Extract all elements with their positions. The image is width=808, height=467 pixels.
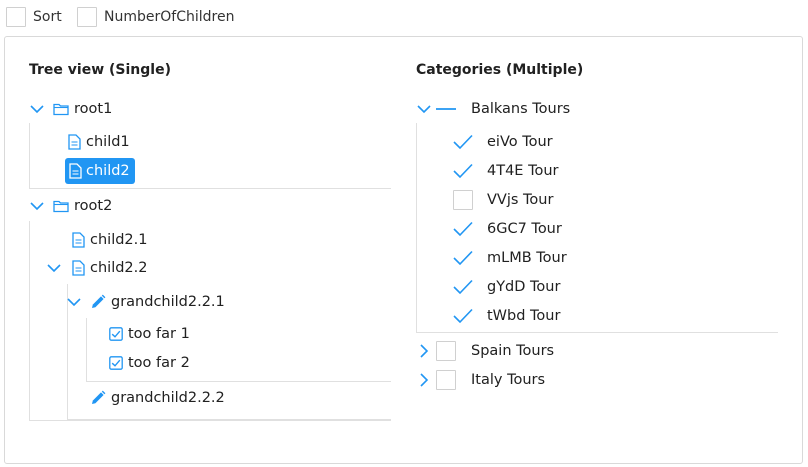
tour-label: tWbd Tour <box>487 308 561 324</box>
tour-item[interactable]: mLMB Tour <box>453 245 567 271</box>
document-icon <box>72 232 85 248</box>
tree-node-root2[interactable]: root2 <box>53 193 112 219</box>
tour-label: 4T4E Tour <box>487 163 559 179</box>
check-icon[interactable] <box>453 277 473 297</box>
category-spain[interactable]: Spain Tours <box>436 338 554 364</box>
tree-node-label: child2 <box>86 163 130 179</box>
checked-box-icon <box>109 327 123 341</box>
tree-node-label: child2.1 <box>90 232 148 248</box>
sort-option[interactable]: Sort <box>6 6 62 28</box>
tree-node-grandchild2-2-2[interactable]: grandchild2.2.2 <box>90 385 225 411</box>
tour-label: gYdD Tour <box>487 279 561 295</box>
tree-view-title: Tree view (Single) <box>29 62 171 78</box>
tour-item[interactable]: tWbd Tour <box>453 303 560 329</box>
categories-title: Categories (Multiple) <box>416 62 584 78</box>
category-label: Balkans Tours <box>471 101 571 117</box>
tree-node-child2-selected[interactable]: child2 <box>65 158 135 184</box>
spain-checkbox[interactable] <box>436 341 456 361</box>
tree-node-grandchild2-2-1[interactable]: grandchild2.2.1 <box>90 289 225 315</box>
document-icon <box>72 260 85 276</box>
tree-node-label: too far 1 <box>128 326 190 342</box>
category-italy[interactable]: Italy Tours <box>436 367 545 393</box>
tree-node-label: grandchild2.2.1 <box>111 294 225 310</box>
check-icon[interactable] <box>453 248 473 268</box>
number-of-children-label: NumberOfChildren <box>104 9 235 25</box>
document-icon <box>69 163 82 179</box>
tree-node-child1[interactable]: child1 <box>68 129 130 155</box>
balkans-chevron-down-icon[interactable] <box>416 101 432 117</box>
tour-label: VVjs Tour <box>487 192 554 208</box>
italy-checkbox[interactable] <box>436 370 456 390</box>
category-label: Italy Tours <box>471 372 546 388</box>
tour-label: mLMB Tour <box>487 250 567 266</box>
sort-checkbox[interactable] <box>6 7 26 27</box>
tree-node-label: grandchild2.2.2 <box>111 390 225 406</box>
italy-chevron-right-icon[interactable] <box>416 372 432 388</box>
tree-node-too-far-2[interactable]: too far 2 <box>109 350 190 376</box>
tour-item[interactable]: eiVo Tour <box>453 129 553 155</box>
check-icon[interactable] <box>453 132 473 152</box>
pencil-icon <box>90 390 106 406</box>
checked-box-icon <box>109 356 123 370</box>
child2-2-chevron-down-icon[interactable] <box>46 260 62 276</box>
check-icon[interactable] <box>453 161 473 181</box>
category-balkans[interactable]: Balkans Tours <box>436 96 570 122</box>
tree-node-label: root1 <box>74 101 113 117</box>
tour-item[interactable]: gYdD Tour <box>453 274 560 300</box>
indeterminate-dash-icon[interactable] <box>436 99 456 119</box>
tree-node-label: child2.2 <box>90 260 148 276</box>
tree-node-child2-2[interactable]: child2.2 <box>72 255 147 281</box>
tree-node-root1[interactable]: root1 <box>53 96 112 122</box>
check-icon[interactable] <box>453 219 473 239</box>
tree-node-child2-1[interactable]: child2.1 <box>72 227 147 253</box>
grandchild2-2-1-chevron-down-icon[interactable] <box>66 294 82 310</box>
root2-chevron-down-icon[interactable] <box>29 198 45 214</box>
tour-checkbox[interactable] <box>453 190 473 210</box>
tour-label: 6GC7 Tour <box>487 221 562 237</box>
spain-chevron-right-icon[interactable] <box>416 343 432 359</box>
check-icon[interactable] <box>453 306 473 326</box>
number-of-children-checkbox[interactable] <box>77 7 97 27</box>
tour-item[interactable]: VVjs Tour <box>453 187 553 213</box>
tour-item[interactable]: 6GC7 Tour <box>453 216 562 242</box>
tree-node-label: child1 <box>86 134 130 150</box>
category-label: Spain Tours <box>471 343 555 359</box>
folder-icon <box>53 102 69 116</box>
tree-node-label: too far 2 <box>128 355 190 371</box>
tree-node-too-far-1[interactable]: too far 1 <box>109 321 190 347</box>
pencil-icon <box>90 294 106 310</box>
folder-icon <box>53 199 69 213</box>
number-of-children-option[interactable]: NumberOfChildren <box>77 6 234 28</box>
sort-label: Sort <box>33 9 62 25</box>
document-icon <box>68 134 81 150</box>
tour-item[interactable]: 4T4E Tour <box>453 158 559 184</box>
root1-chevron-down-icon[interactable] <box>29 101 45 117</box>
tour-label: eiVo Tour <box>487 134 553 150</box>
tree-node-label: root2 <box>74 198 113 214</box>
